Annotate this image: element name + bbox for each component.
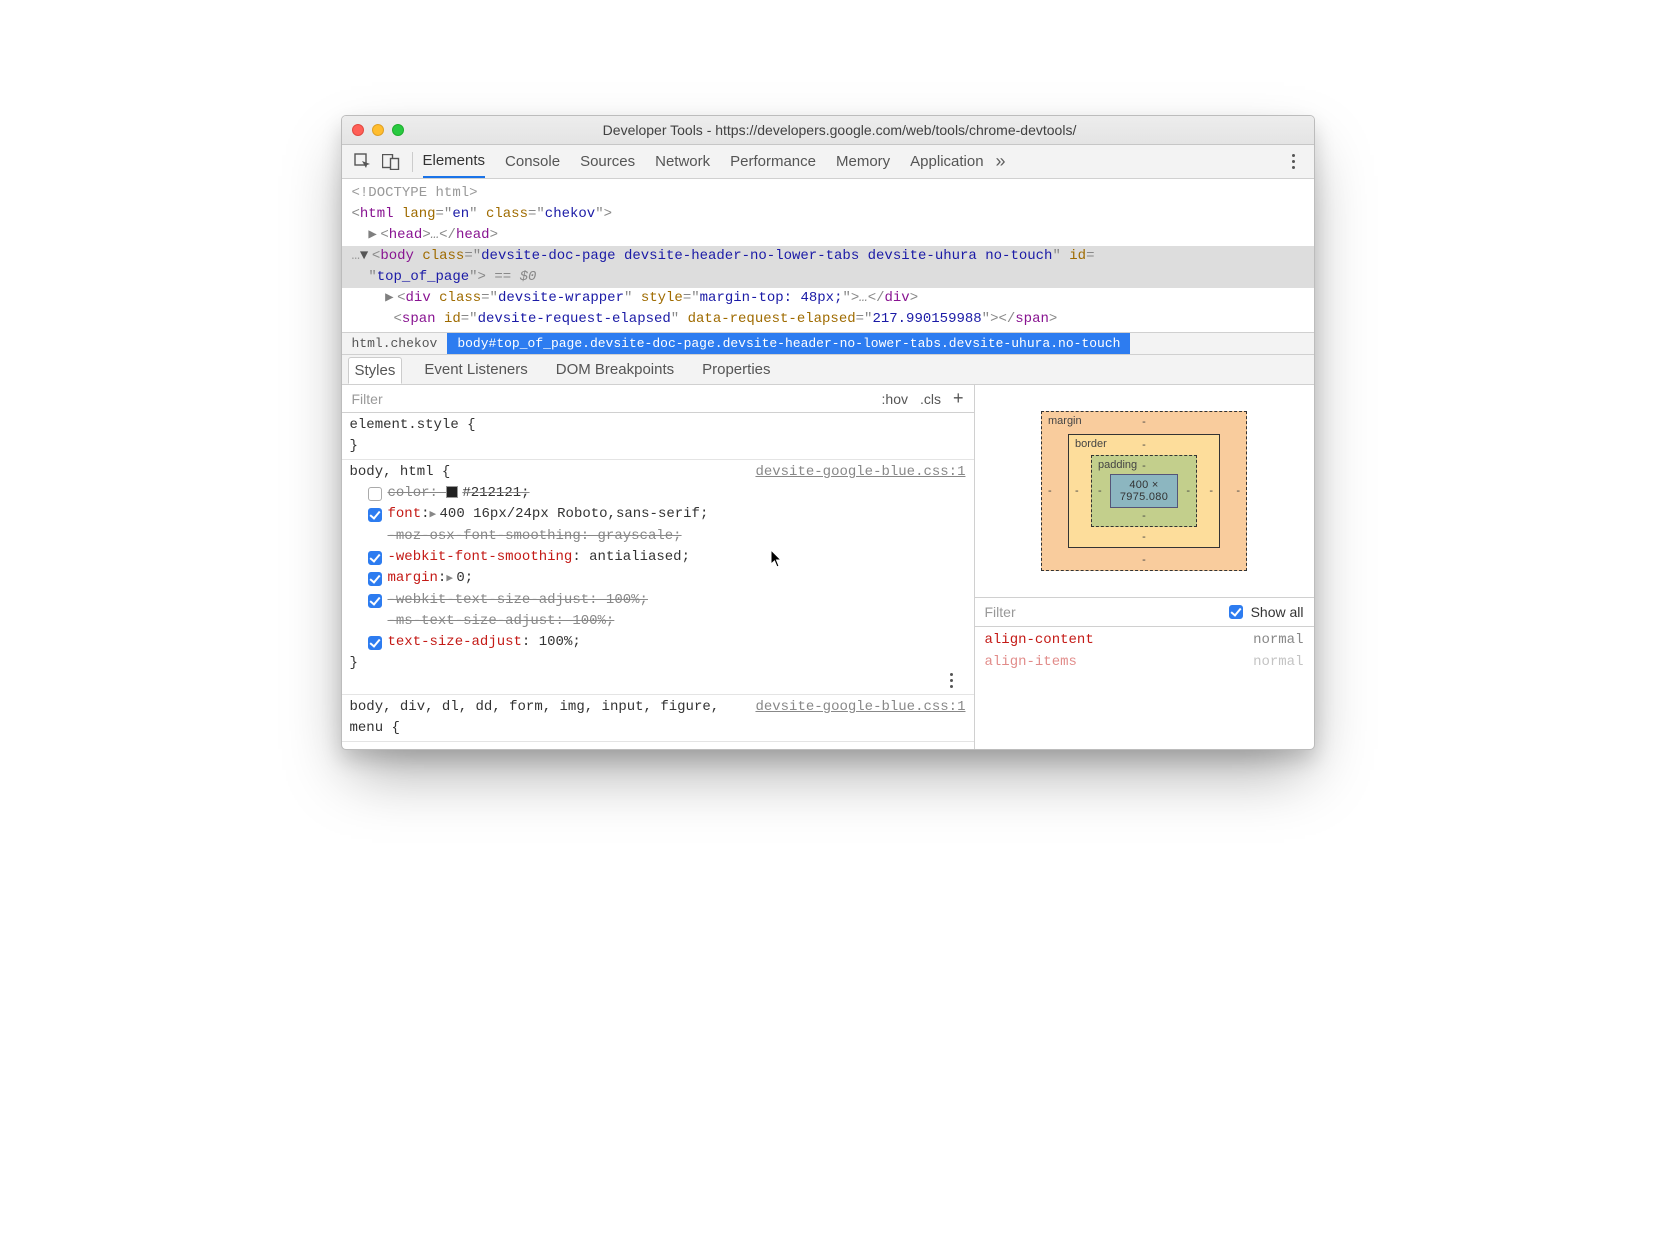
prop-color[interactable]: color: #212121; [350,483,966,504]
new-style-rule-icon[interactable]: + [953,388,964,409]
subtab-properties[interactable]: Properties [696,357,776,382]
computed-pane: margin - - - - border - - - - padding [975,385,1314,749]
rule-body-div-etc[interactable]: body, div, dl, dd, form, img, input, fig… [342,695,974,742]
settings-menu-icon[interactable] [1284,154,1304,169]
tab-memory[interactable]: Memory [836,145,890,178]
subtab-styles[interactable]: Styles [348,357,403,384]
computed-row[interactable]: align-items normal [985,651,1304,673]
styles-filter-input[interactable]: Filter [352,391,383,407]
main-tabs: Elements Console Sources Network Perform… [423,145,984,178]
prop-moz-osx[interactable]: -moz-osx-font-smoothing: grayscale; [350,526,966,547]
subtabs: Styles Event Listeners DOM Breakpoints P… [342,355,1314,385]
mouse-cursor-icon [770,549,784,569]
toggle-hov[interactable]: :hov [882,391,908,407]
rule-element-style[interactable]: element.style { } [342,413,974,460]
source-link[interactable]: devsite-google-blue.css:1 [755,462,965,483]
tab-console[interactable]: Console [505,145,560,178]
zoom-window-button[interactable] [392,124,404,136]
styles-pane: Filter :hov .cls + element.style { } bod… [342,385,975,749]
crumb-html[interactable]: html.chekov [342,333,448,354]
tab-sources[interactable]: Sources [580,145,635,178]
prop-checkbox[interactable] [368,572,382,586]
prop-tsa[interactable]: text-size-adjust: 100%; [350,632,966,653]
computed-row[interactable]: align-content normal [985,629,1304,651]
dom-doctype[interactable]: <!DOCTYPE html> [342,183,1314,204]
device-toolbar-icon[interactable] [380,151,402,173]
lower-area: Filter :hov .cls + element.style { } bod… [342,385,1314,749]
toggle-cls[interactable]: .cls [920,391,941,407]
box-model-content: 400 × 7975.080 [1110,474,1178,508]
tab-performance[interactable]: Performance [730,145,816,178]
computed-filter-input[interactable]: Filter [985,604,1016,620]
close-window-button[interactable] [352,124,364,136]
rule-body-html[interactable]: body, html { devsite-google-blue.css:1 c… [342,460,974,695]
prop-ms-tsa[interactable]: -ms-text-size-adjust: 100%; [350,611,966,632]
dom-head[interactable]: ▶<head>…</head> [342,225,1314,246]
inspect-element-icon[interactable] [352,151,374,173]
show-all-checkbox[interactable] [1229,605,1243,619]
titlebar: Developer Tools - https://developers.goo… [342,116,1314,145]
prop-checkbox[interactable] [368,636,382,650]
rule-menu-icon[interactable] [942,673,962,688]
prop-margin[interactable]: margin:▶0; [350,568,966,590]
breadcrumb: html.chekov body#top_of_page.devsite-doc… [342,332,1314,355]
dom-body-open-2[interactable]: "top_of_page"> == $0 [342,267,1314,288]
prop-checkbox[interactable] [368,551,382,565]
tab-network[interactable]: Network [655,145,710,178]
subtab-dom-breakpoints[interactable]: DOM Breakpoints [550,357,680,382]
computed-list: align-content normal align-items normal [975,627,1314,749]
dom-tree[interactable]: <!DOCTYPE html> <html lang="en" class="c… [342,179,1314,332]
main-toolbar: Elements Console Sources Network Perform… [342,145,1314,179]
devtools-window: Developer Tools - https://developers.goo… [341,115,1315,750]
tab-elements[interactable]: Elements [423,145,486,178]
styles-rules: element.style { } body, html { devsite-g… [342,413,974,749]
subtab-event-listeners[interactable]: Event Listeners [418,357,533,382]
dom-html-open[interactable]: <html lang="en" class="chekov"> [342,204,1314,225]
prop-webkit-tsa[interactable]: -webkit-text-size-adjust: 100%; [350,590,966,611]
separator [412,152,413,172]
tab-application[interactable]: Application [910,145,983,178]
prop-checkbox[interactable] [368,508,382,522]
dom-div[interactable]: ▶<div class="devsite-wrapper" style="mar… [342,288,1314,309]
prop-checkbox[interactable] [368,594,382,608]
source-link[interactable]: devsite-google-blue.css:1 [755,697,965,718]
prop-checkbox[interactable] [368,487,382,501]
show-all-label: Show all [1251,604,1304,620]
window-title: Developer Tools - https://developers.goo… [412,122,1304,138]
dom-span[interactable]: <span id="devsite-request-elapsed" data-… [342,309,1314,330]
crumb-body[interactable]: body#top_of_page.devsite-doc-page.devsit… [447,333,1130,354]
prop-font[interactable]: font:▶400 16px/24px Roboto,sans-serif; [350,504,966,526]
dom-body-open[interactable]: …▼<body class="devsite-doc-page devsite-… [342,246,1314,267]
styles-filterbar: Filter :hov .cls + [342,385,974,413]
prop-webkit-font-smoothing[interactable]: -webkit-font-smoothing: antialiased; [350,547,966,568]
computed-filterbar: Filter Show all [975,597,1314,627]
box-model[interactable]: margin - - - - border - - - - padding [975,385,1314,597]
more-tabs-icon[interactable]: » [990,151,1012,173]
minimize-window-button[interactable] [372,124,384,136]
traffic-lights [352,124,404,136]
